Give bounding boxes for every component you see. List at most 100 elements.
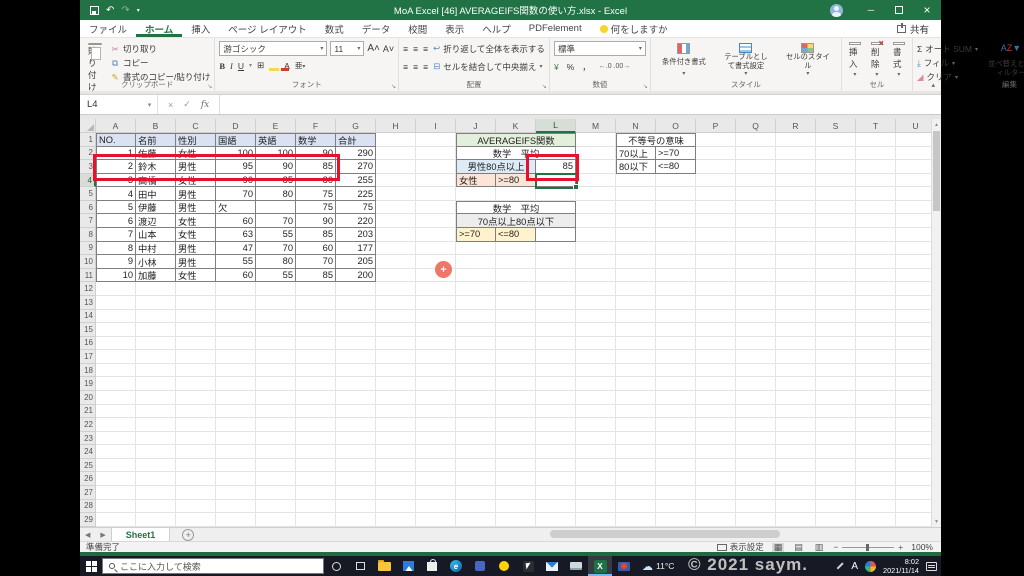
cell-N17[interactable] <box>616 350 656 364</box>
cell-H18[interactable] <box>376 363 416 378</box>
cell-R2[interactable] <box>776 146 816 161</box>
cell-E21[interactable] <box>256 404 296 419</box>
cell-R26[interactable] <box>776 472 816 487</box>
row-header-18[interactable]: 18 <box>80 363 96 378</box>
cell-D10[interactable]: 55 <box>216 255 256 269</box>
cell-O27[interactable] <box>656 486 696 500</box>
tab-tell-me[interactable]: 何をしますか <box>591 20 677 37</box>
cell-F28[interactable] <box>296 499 336 514</box>
cell-S9[interactable] <box>816 241 856 256</box>
cell-Q15[interactable] <box>736 323 776 337</box>
page-break-view-button[interactable]: ▥ <box>813 542 826 552</box>
cell-A28[interactable] <box>96 499 136 514</box>
cell-U22[interactable] <box>896 418 931 432</box>
cell-O29[interactable] <box>656 513 696 527</box>
cell-O21[interactable] <box>656 404 696 419</box>
cell-S20[interactable] <box>816 390 856 405</box>
font-color-button[interactable]: A <box>280 61 290 71</box>
cell-C21[interactable] <box>176 404 216 419</box>
cell-A13[interactable] <box>96 295 136 310</box>
row-header-24[interactable]: 24 <box>80 445 96 459</box>
cell-J11[interactable] <box>456 268 496 283</box>
cell-N12[interactable] <box>616 282 656 296</box>
column-header-C[interactable]: C <box>176 119 216 133</box>
select-all-corner[interactable] <box>80 119 96 133</box>
cell-K23[interactable] <box>496 431 536 446</box>
cell-R7[interactable] <box>776 214 816 229</box>
cell-T1[interactable] <box>856 133 896 147</box>
cell-S24[interactable] <box>816 445 856 459</box>
cell-P11[interactable] <box>696 268 736 283</box>
cell-K9[interactable] <box>496 241 536 256</box>
customize-qat-icon[interactable]: ▾ <box>137 7 140 14</box>
taskbar-clock[interactable]: 8:02 2021/11/14 <box>883 557 919 575</box>
collapse-ribbon-icon[interactable]: ▴ <box>931 81 935 89</box>
cell-Q17[interactable] <box>736 350 776 364</box>
cell-T23[interactable] <box>856 431 896 446</box>
cell-N4[interactable] <box>616 173 656 188</box>
cell-P4[interactable] <box>696 173 736 188</box>
cell-M13[interactable] <box>576 295 616 310</box>
cell-R18[interactable] <box>776 363 816 378</box>
cell-G4[interactable]: 255 <box>336 173 376 188</box>
cell-R11[interactable] <box>776 268 816 283</box>
cell-S21[interactable] <box>816 404 856 419</box>
cell-N15[interactable] <box>616 323 656 337</box>
column-header-R[interactable]: R <box>776 119 816 133</box>
cell-L16[interactable] <box>536 336 576 351</box>
cell-C20[interactable] <box>176 390 216 405</box>
cell-J10[interactable] <box>456 255 496 269</box>
cell-A26[interactable] <box>96 472 136 487</box>
cell-S18[interactable] <box>816 363 856 378</box>
cell-N21[interactable] <box>616 404 656 419</box>
cell-N22[interactable] <box>616 418 656 432</box>
borders-button[interactable]: ⊞ <box>257 60 264 71</box>
cell-A14[interactable] <box>96 309 136 324</box>
cell-Q3[interactable] <box>736 160 776 174</box>
cell-E13[interactable] <box>256 295 296 310</box>
cell-P8[interactable] <box>696 228 736 242</box>
cell-Q10[interactable] <box>736 255 776 269</box>
cell-C26[interactable] <box>176 472 216 487</box>
cell-D5[interactable]: 70 <box>216 187 256 201</box>
cell-G14[interactable] <box>336 309 376 324</box>
cell-S10[interactable] <box>816 255 856 269</box>
tab-data[interactable]: データ <box>353 20 400 37</box>
cell-D8[interactable]: 63 <box>216 228 256 242</box>
cell-P26[interactable] <box>696 472 736 487</box>
cell-U23[interactable] <box>896 432 931 446</box>
cell-P22[interactable] <box>696 418 736 432</box>
cell-G27[interactable] <box>336 486 376 500</box>
row-header-12[interactable]: 12 <box>80 282 96 296</box>
cell-C22[interactable] <box>176 418 216 432</box>
cell-T24[interactable] <box>856 445 896 459</box>
cell-N26[interactable] <box>616 472 656 487</box>
sheet-nav-right-icon[interactable]: ▶ <box>95 531 110 539</box>
fill-color-button[interactable] <box>269 61 280 71</box>
cell-O18[interactable] <box>656 363 696 378</box>
cell-L9[interactable] <box>536 241 576 256</box>
cell-C17[interactable] <box>176 350 216 364</box>
cell-J29[interactable] <box>456 513 496 527</box>
cell-T3[interactable] <box>856 160 896 174</box>
cell-D1[interactable]: 国語 <box>216 133 256 147</box>
cell-U12[interactable] <box>896 282 931 296</box>
cell-I17[interactable] <box>416 350 456 364</box>
cell-N27[interactable] <box>616 486 656 500</box>
cell-C27[interactable] <box>176 486 216 500</box>
cell-D11[interactable]: 60 <box>216 268 256 283</box>
cell-S22[interactable] <box>816 418 856 432</box>
cell-K29[interactable] <box>496 513 536 527</box>
paste-button[interactable]: 貼り付け ▾ <box>84 41 106 100</box>
column-header-N[interactable]: N <box>616 119 656 133</box>
cell-G10[interactable]: 205 <box>336 255 376 269</box>
cell-I1[interactable] <box>416 133 456 147</box>
tab-insert[interactable]: 挿入 <box>182 20 219 37</box>
row-header-22[interactable]: 22 <box>80 418 96 432</box>
cell-M19[interactable] <box>576 377 616 391</box>
cell-M1[interactable] <box>576 133 616 147</box>
cell-L13[interactable] <box>536 295 576 310</box>
cell-G18[interactable] <box>336 363 376 378</box>
cell-F22[interactable] <box>296 418 336 432</box>
vertical-scrollbar[interactable]: ▲ ▼ <box>931 119 941 527</box>
